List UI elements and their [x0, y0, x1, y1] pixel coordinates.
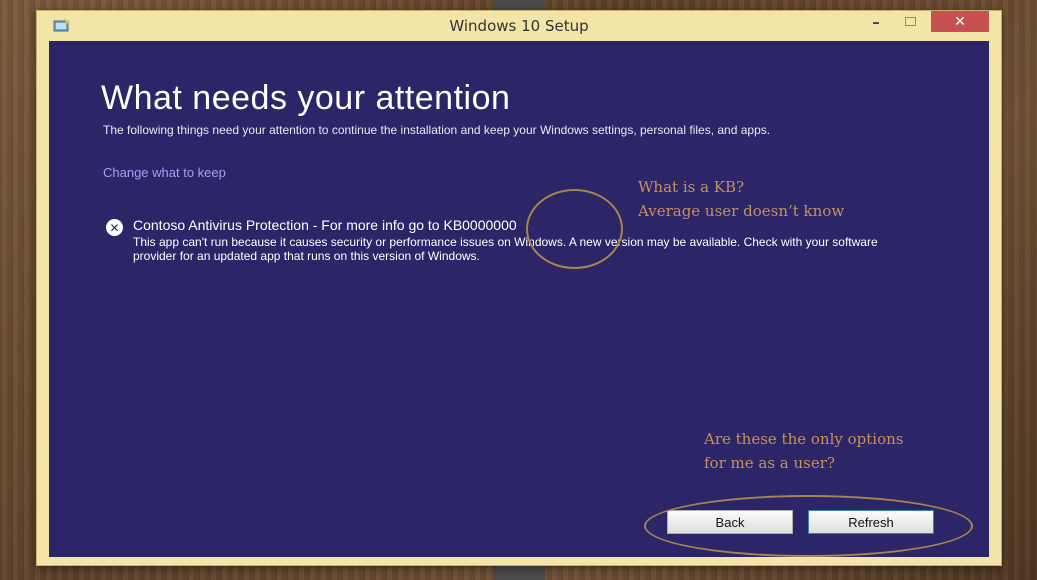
- back-button[interactable]: Back: [667, 510, 793, 534]
- wood-background-tab-bottom: [493, 566, 545, 580]
- window-title: Windows 10 Setup: [449, 17, 589, 35]
- annotation-kb: What is a KB? Average user doesn’t know: [638, 175, 844, 223]
- issue-description: This app can't run because it causes sec…: [133, 235, 878, 263]
- maximize-icon[interactable]: [897, 11, 923, 32]
- close-icon[interactable]: ✕: [931, 11, 989, 32]
- page-title: What needs your attention: [101, 79, 511, 117]
- annotation-options: Are these the only options for me as a u…: [704, 427, 903, 475]
- annotation-kb-line2: Average user doesn’t know: [638, 202, 845, 220]
- change-what-to-keep-link[interactable]: Change what to keep: [103, 165, 226, 180]
- minimize-icon[interactable]: –: [863, 11, 889, 32]
- title-bar[interactable]: Windows 10 Setup – ✕: [37, 11, 1001, 41]
- page-subtitle: The following things need your attention…: [103, 123, 771, 137]
- error-x-icon: ✕: [106, 219, 123, 236]
- annotation-options-line2: for me as a user?: [704, 454, 835, 472]
- setup-content: What needs your attention The following …: [49, 41, 989, 557]
- annotation-options-line1: Are these the only options: [704, 430, 904, 448]
- setup-window: Windows 10 Setup – ✕ What needs your att…: [36, 10, 1002, 566]
- issue-title: Contoso Antivirus Protection - For more …: [133, 217, 517, 233]
- refresh-button[interactable]: Refresh: [808, 510, 934, 534]
- annotation-kb-line1: What is a KB?: [638, 178, 745, 196]
